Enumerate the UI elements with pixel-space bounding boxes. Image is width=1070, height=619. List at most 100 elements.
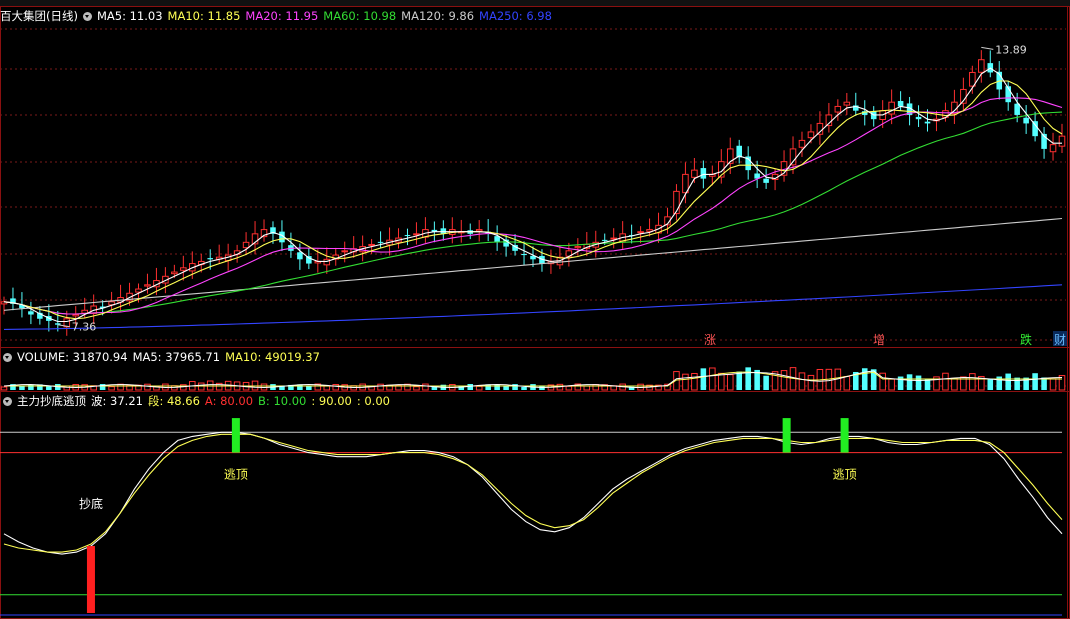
candle-body [207, 258, 213, 260]
bottom-signal-bar [86, 545, 95, 613]
candle-body [897, 101, 904, 107]
volume-bar [377, 383, 384, 391]
volume-bar [987, 378, 994, 390]
price-legend: 百大集团(日线) MA5: 11.03 MA10: 11.85 MA20: 11.95… [0, 8, 562, 24]
volume-bar [521, 386, 527, 390]
volume-bar [915, 375, 922, 390]
volume-bar [332, 384, 340, 391]
volume-bar [700, 368, 707, 390]
candle-body [368, 243, 375, 246]
volume-bar [583, 385, 591, 391]
candle-body [144, 284, 151, 287]
volume-bar [46, 386, 52, 390]
volume-bar [197, 382, 205, 391]
candle-body [55, 323, 61, 325]
legend-item: 段: 48.66 [147, 394, 200, 408]
volume-bar [807, 374, 815, 391]
chevron-down-icon[interactable] [3, 397, 12, 406]
ma60-line [3, 111, 1063, 315]
top-signal-bar [782, 418, 791, 453]
high-pointer [981, 46, 994, 50]
candle-body [171, 271, 178, 275]
candle-body [72, 314, 80, 317]
candle-body [834, 105, 842, 113]
volume-bar [413, 386, 420, 391]
legend-item: 波: 37.21 [91, 394, 143, 408]
volume-bar [592, 384, 600, 391]
candle-body [323, 258, 331, 266]
candle-body [475, 229, 483, 232]
volume-bar [1049, 378, 1057, 391]
volume-bar [726, 374, 734, 391]
volume-bar [144, 383, 151, 391]
candle-body [1049, 144, 1057, 153]
event-marker: 财 [1054, 333, 1066, 347]
legend-item: MA250: 6.98 [479, 9, 552, 23]
legend-item: MA20: 11.95 [245, 9, 319, 23]
candle-body [341, 250, 348, 253]
volume-bar [63, 385, 71, 391]
volume-bar [736, 371, 742, 390]
volume-bar [763, 375, 769, 390]
volume-bar [718, 372, 725, 391]
volume-bar [475, 385, 483, 391]
candle-body [798, 139, 806, 148]
candle-body [646, 229, 653, 232]
legend-item: VOLUME: 31870.94 [17, 350, 128, 364]
volume-bar [709, 367, 716, 391]
candle-body [807, 131, 815, 139]
volume-bar [467, 384, 474, 390]
volume-bar [969, 373, 976, 391]
top-signal-label: 逃顶 [224, 468, 248, 482]
volume-bar [906, 374, 913, 390]
legend-item: MA5: 37965.71 [132, 350, 221, 364]
volume-bar [422, 383, 429, 391]
legend-item: : 90.00 [311, 394, 352, 408]
candle-body [978, 59, 985, 73]
bottom-signal-label: 抄底 [79, 496, 103, 511]
ma120-line [3, 217, 1063, 311]
top-signal-label: 逃顶 [833, 468, 857, 482]
chevron-down-icon[interactable] [3, 353, 12, 362]
volume-bar [117, 383, 124, 391]
legend-item: MA5: 11.03 [96, 9, 163, 23]
candle-body [180, 267, 187, 271]
volume-bar [565, 385, 573, 391]
volume-bar [682, 373, 689, 391]
legend-item: B: 10.00 [258, 394, 307, 408]
event-marker: 涨 [704, 332, 716, 347]
volume-legend: VOLUME: 31870.94 MA5: 37965.71 MA10: 49019… [0, 349, 330, 365]
candle-body [700, 168, 707, 179]
volume-bar [323, 385, 331, 391]
candle-body [763, 178, 769, 183]
candle-body [242, 241, 250, 249]
indicator-line [3, 431, 1063, 555]
candle-body [574, 246, 582, 249]
high-price-label: 13.89 [995, 43, 1027, 56]
candle-body [1023, 117, 1029, 124]
stock-title: 百大集团(日线) [0, 9, 78, 23]
volume-bar [745, 367, 751, 390]
candle-body [404, 235, 411, 237]
candle-body [691, 169, 698, 178]
ma250-line [3, 284, 1063, 330]
candle-body [843, 101, 851, 106]
legend-item: MA10: 11.85 [167, 9, 241, 23]
chevron-down-icon[interactable] [82, 12, 92, 21]
volume-bar [798, 372, 806, 391]
legend-item: 主力抄底逃顶 [17, 394, 86, 408]
volume-bar [0, 386, 8, 391]
volume-bar [888, 378, 895, 391]
candle-body [413, 233, 420, 236]
volume-bar [780, 370, 788, 391]
volume-bar [951, 377, 958, 391]
volume-bar [691, 372, 698, 391]
volume-bar [108, 386, 115, 391]
candle-body [135, 288, 142, 293]
volume-bar [1032, 373, 1038, 390]
candle-body [637, 231, 644, 234]
candle-body [28, 311, 34, 315]
indicator-legend: 主力抄底逃顶 波: 37.21 段: 48.66 A: 80.00 B: 10.00: … [0, 393, 400, 409]
chart-stage: 13.89 7.36 涨 增 跌 财抄底 逃顶 逃顶 [0, 6, 1070, 619]
candle-body [521, 254, 527, 256]
